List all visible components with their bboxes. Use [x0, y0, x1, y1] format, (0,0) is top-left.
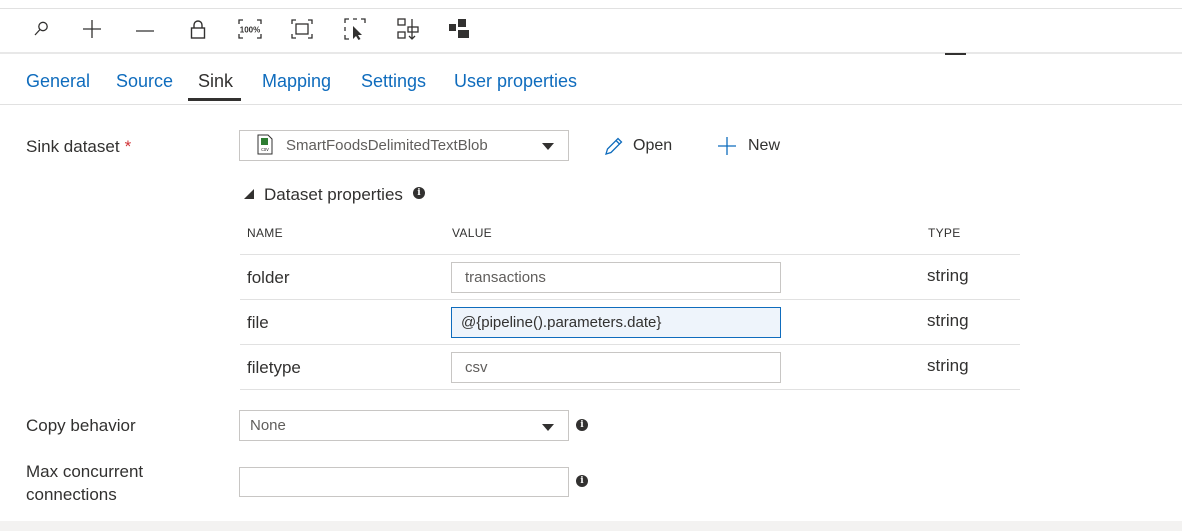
column-header-type: TYPE — [928, 226, 961, 240]
tab-source[interactable]: Source — [116, 71, 173, 92]
sink-dataset-label: Sink dataset * — [26, 137, 132, 156]
open-label: Open — [633, 137, 673, 154]
panel-resize-handle[interactable] — [945, 53, 966, 55]
column-header-name: NAME — [247, 226, 283, 240]
zoom-out-icon[interactable] — [130, 15, 160, 43]
dataset-properties-title[interactable]: Dataset properties — [264, 185, 403, 205]
tab-mapping[interactable]: Mapping — [262, 71, 331, 92]
search-icon[interactable] — [26, 15, 56, 43]
copy-behavior-value: None — [250, 417, 286, 434]
open-dataset-button[interactable]: Open — [603, 135, 672, 157]
info-icon[interactable]: i — [413, 187, 425, 199]
property-value-filetype-input[interactable]: csv — [451, 352, 781, 383]
lock-icon[interactable] — [183, 15, 213, 43]
property-value-folder-input[interactable]: transactions — [451, 262, 781, 293]
property-name-folder: folder — [247, 268, 290, 287]
edit-pencil-icon — [605, 137, 623, 155]
property-value-file-input[interactable]: @{pipeline().parameters.date} — [451, 307, 781, 338]
property-type-file: string — [927, 311, 969, 330]
table-divider — [240, 254, 1020, 255]
copy-behavior-select[interactable]: None — [239, 410, 569, 441]
new-label: New — [748, 137, 781, 154]
max-concurrent-input[interactable] — [239, 467, 569, 497]
tab-general[interactable]: General — [26, 71, 90, 92]
tab-settings[interactable]: Settings — [361, 71, 426, 92]
active-tab-indicator — [188, 98, 241, 101]
property-name-file: file — [247, 313, 269, 332]
column-header-value: VALUE — [452, 226, 492, 240]
svg-text:csv: csv — [261, 147, 269, 153]
auto-align-icon[interactable] — [393, 15, 423, 43]
copy-behavior-label: Copy behavior — [26, 416, 136, 435]
zoom-100-icon[interactable]: 100% — [235, 15, 265, 43]
info-icon[interactable]: i — [576, 419, 588, 431]
select-icon[interactable] — [340, 15, 370, 43]
plus-icon — [718, 137, 736, 155]
tab-user-properties[interactable]: User properties — [454, 71, 577, 92]
new-dataset-button[interactable]: New — [716, 135, 780, 157]
tab-sink[interactable]: Sink — [198, 71, 233, 92]
toolbar-divider — [0, 52, 1182, 54]
table-divider — [240, 344, 1020, 345]
table-divider — [240, 299, 1020, 300]
top-divider — [0, 8, 1182, 9]
max-concurrent-label-line2: connections — [26, 485, 117, 504]
info-icon[interactable]: i — [576, 475, 588, 487]
sink-dataset-value: SmartFoodsDelimitedTextBlob — [286, 137, 488, 154]
property-name-filetype: filetype — [247, 358, 301, 377]
csv-file-icon: csv — [257, 134, 273, 160]
chevron-down-icon — [542, 424, 554, 431]
property-type-folder: string — [927, 266, 969, 285]
bottom-panel-edge — [0, 521, 1182, 531]
toggle-panel-icon[interactable] — [445, 15, 475, 43]
sink-dataset-select[interactable]: csv SmartFoodsDelimitedTextBlob — [239, 130, 569, 161]
svg-text:100%: 100% — [240, 26, 260, 35]
tab-bar: General Source Sink Mapping Settings Use… — [0, 60, 1182, 105]
fit-to-screen-icon[interactable] — [287, 15, 317, 43]
required-mark: * — [124, 137, 132, 156]
table-divider — [240, 389, 1020, 390]
zoom-in-icon[interactable] — [77, 15, 107, 43]
chevron-down-icon — [542, 143, 554, 150]
collapse-triangle-icon[interactable] — [244, 189, 254, 199]
max-concurrent-label-line1: Max concurrent — [26, 462, 144, 481]
property-type-filetype: string — [927, 356, 969, 375]
